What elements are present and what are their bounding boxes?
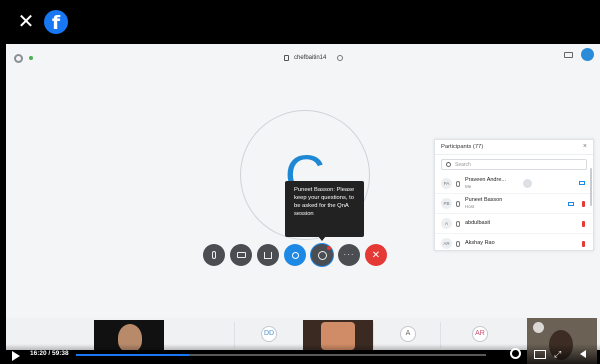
meeting-name: chefbaitin14: [284, 52, 344, 64]
participant-search-input[interactable]: Search: [441, 159, 587, 170]
camera-icon[interactable]: [579, 181, 585, 185]
participant-role: Me: [465, 183, 472, 189]
share-icon: [264, 251, 272, 259]
participant-row[interactable]: PA Praveen Andre... Me: [435, 174, 593, 194]
progress-fill: [76, 354, 189, 356]
video-player: ✕ f chefbaitin14 C Puneet Basson: Please…: [0, 0, 600, 364]
layout-icon[interactable]: [564, 51, 573, 58]
lock-icon: [284, 55, 289, 61]
participant-role: Host: [465, 203, 475, 209]
mic-icon: [456, 180, 460, 187]
panel-scrollbar[interactable]: [590, 168, 592, 206]
participant-avatar: AR: [441, 238, 452, 249]
share-button[interactable]: [257, 244, 279, 266]
video-button[interactable]: [230, 244, 252, 266]
participant-row[interactable]: A abdulbasit: [435, 214, 593, 234]
playback-time: 16:20 / 59:38: [30, 350, 69, 357]
more-button[interactable]: ···: [338, 244, 360, 266]
mic-icon: [456, 240, 460, 247]
more-icon: ···: [343, 250, 355, 259]
participant-row[interactable]: AR Akshay Rao: [435, 234, 593, 254]
participant-name: Akshay Rao: [465, 240, 495, 247]
chat-button[interactable]: [311, 244, 333, 266]
close-icon: ✕: [371, 249, 381, 261]
muted-icon: [582, 221, 585, 227]
person-icon: [291, 251, 299, 259]
facebook-top-bar: ✕ f: [0, 0, 600, 44]
participant-name: Praveen Andre...: [465, 177, 506, 183]
play-icon[interactable]: [12, 351, 20, 361]
progress-bar[interactable]: [76, 354, 486, 356]
participant-avatar: PB: [441, 198, 452, 209]
tooltip-arrow: [318, 236, 326, 241]
meeting-info-icon[interactable]: [14, 53, 23, 63]
muted-icon: [582, 201, 585, 207]
meeting-info-icons: [14, 52, 33, 64]
search-icon: [446, 162, 451, 167]
participant-avatar-tile[interactable]: AR: [472, 326, 488, 342]
picture-in-picture-icon[interactable]: [534, 350, 546, 359]
fullscreen-icon[interactable]: ⤢: [554, 349, 564, 359]
chat-unread-badge: [327, 246, 331, 250]
camera-icon[interactable]: [568, 202, 574, 206]
player-controls: 16:20 / 59:38 ⤢: [0, 344, 600, 364]
chat-icon: [317, 250, 327, 260]
pip-icon[interactable]: [533, 322, 544, 333]
muted-icon: [582, 241, 585, 247]
leave-button[interactable]: ✕: [365, 244, 387, 266]
chat-message-tooltip: Puneet Basson: Please keep your question…: [285, 181, 364, 237]
participant-avatar-tile[interactable]: DD: [261, 326, 277, 342]
camera-icon: [236, 252, 246, 258]
connection-status-icon: [29, 56, 33, 60]
close-panel-icon[interactable]: ×: [583, 143, 587, 150]
facebook-logo-icon[interactable]: f: [44, 10, 68, 34]
participant-name: abdulbasit: [465, 220, 491, 227]
meeting-top-right: [564, 48, 594, 61]
hand-icon: [523, 179, 532, 188]
mic-icon: [456, 220, 460, 227]
mic-icon: [212, 251, 216, 259]
participant-avatar: PA: [441, 178, 452, 189]
participant-name: Puneet Basson: [465, 197, 503, 203]
mic-icon: [456, 200, 460, 207]
participant-row[interactable]: PB Puneet Basson Host: [435, 194, 593, 214]
participants-panel: Participants (77) × Search PA Praveen An…: [434, 139, 594, 254]
close-icon[interactable]: ✕: [16, 12, 36, 32]
meeting-name-text: chefbaitin14: [294, 55, 327, 61]
volume-icon[interactable]: [580, 350, 586, 358]
participants-header: Participants (77) ×: [435, 140, 593, 155]
shield-icon[interactable]: [337, 55, 344, 61]
participants-title: Participants (77): [441, 144, 484, 150]
participant-avatar-tile[interactable]: A: [400, 326, 416, 342]
participants-button[interactable]: [284, 244, 306, 266]
participant-avatar: A: [441, 218, 452, 229]
search-placeholder: Search: [455, 161, 471, 168]
meeting-controls: ··· ✕: [203, 244, 387, 266]
gear-icon[interactable]: [510, 348, 521, 359]
user-avatar[interactable]: [581, 48, 594, 61]
mute-button[interactable]: [203, 244, 225, 266]
